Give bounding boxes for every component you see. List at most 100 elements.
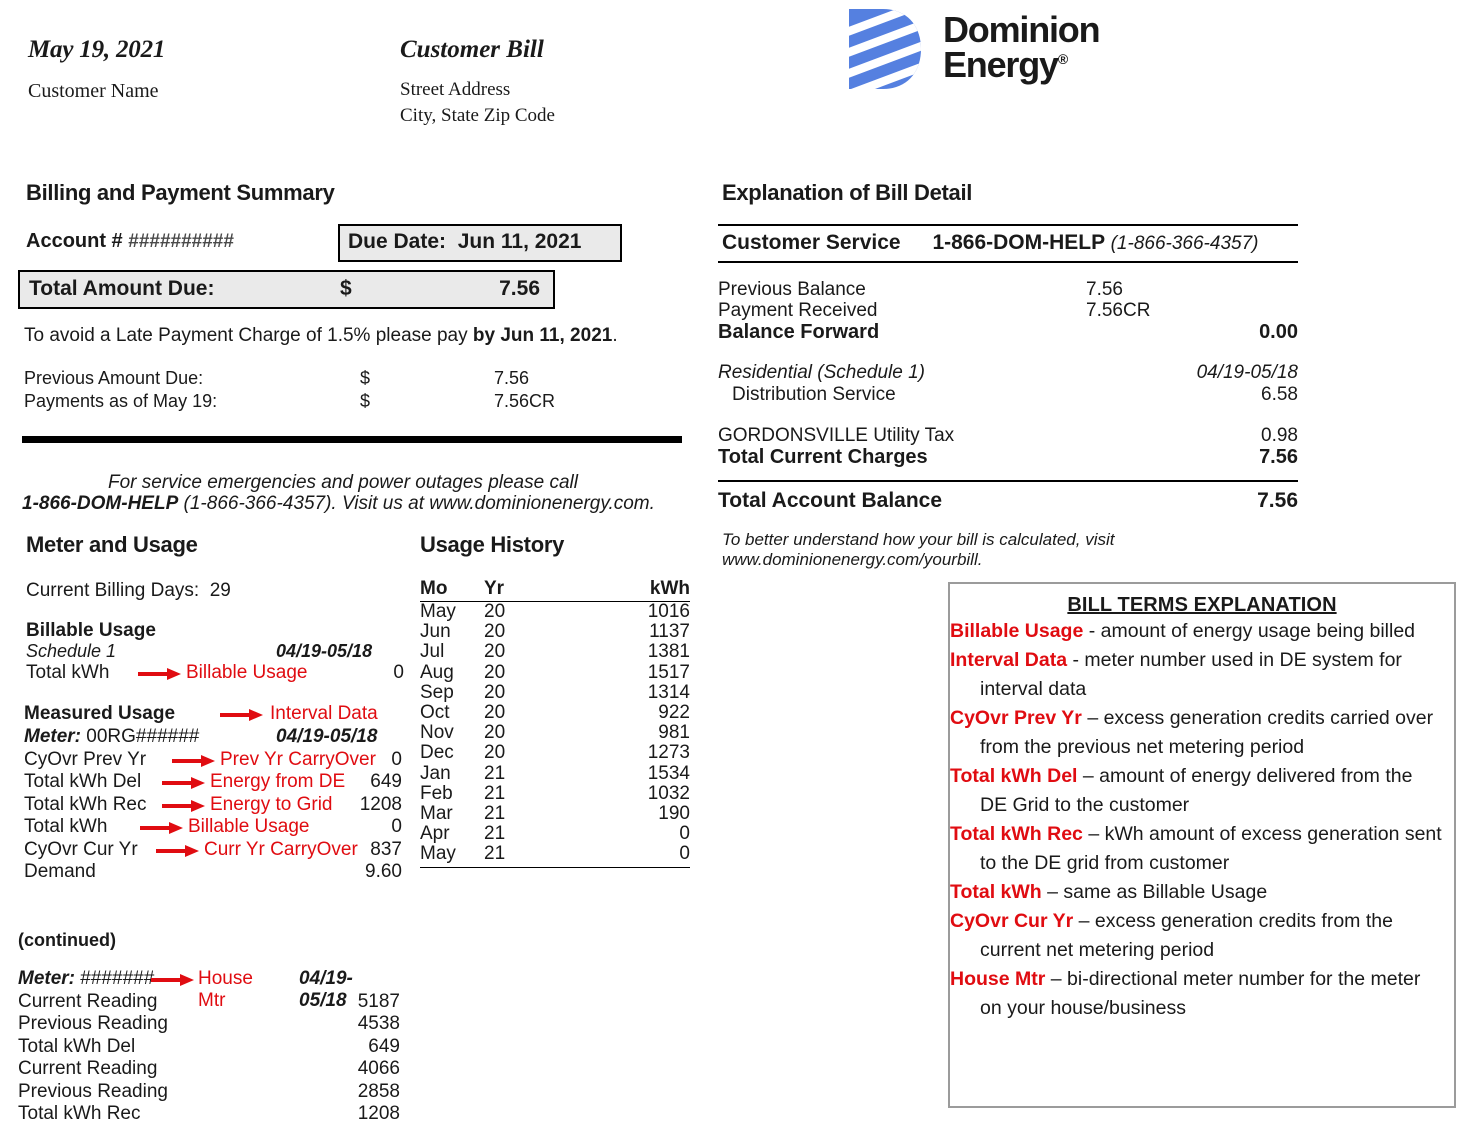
payments-label: Payments as of May 19:: [24, 391, 218, 411]
customer-service-phone: 1-866-DOM-HELP: [932, 231, 1105, 254]
registered-mark-icon: ®: [1057, 51, 1069, 68]
utility-tax-label: GORDONSVILLE Utility Tax: [718, 425, 955, 446]
customer-service-label: Customer Service: [722, 231, 901, 254]
bill-term-definition: – bi-directional meter number for the me…: [980, 968, 1421, 1019]
total-current-charges-label: Total Current Charges: [718, 446, 928, 468]
cell-kwh: 1517: [647, 661, 690, 683]
bill-detail-title: Explanation of Bill Detail: [722, 180, 973, 205]
payments-value: 7.56CR: [494, 391, 556, 411]
bill-term-name: Billable Usage: [950, 620, 1084, 642]
cell-year: 20: [484, 661, 506, 683]
measured-usage-row-label: Total kWh: [24, 816, 108, 838]
col-header-kwh: kWh: [649, 578, 690, 599]
emergency-phone: 1-866-DOM-HELP: [22, 493, 179, 514]
account-label: Account #: [26, 230, 123, 252]
annotation-arrow-icon: [220, 708, 264, 722]
cell-kwh: 1016: [647, 601, 690, 622]
late-notice-prefix: To avoid a Late Payment Charge of 1.5% p…: [24, 325, 473, 346]
meter-number: 00RG######: [86, 726, 200, 747]
bill-term-item: Interval Data - meter number used in DE …: [950, 646, 1454, 704]
measured-usage-row-value: 649: [370, 771, 402, 793]
utility-tax-value: 0.98: [1261, 425, 1298, 446]
cell-kwh: 981: [658, 722, 690, 744]
cell-kwh: 1137: [649, 621, 690, 643]
bill-term-item: House Mtr – bi-directional meter number …: [950, 965, 1454, 1023]
current-billing-days-row: Current Billing Days: 29: [26, 580, 231, 602]
bill-term-name: Interval Data: [950, 649, 1068, 671]
current-billing-days-label: Current Billing Days:: [26, 580, 200, 601]
city-state-zip: City, State Zip Code: [400, 105, 555, 126]
bill-term-name: Total kWh Rec: [950, 823, 1083, 845]
residential-period: 04/19-05/18: [1196, 362, 1298, 383]
cell-kwh: 922: [658, 702, 690, 724]
usage-history-table: Mo Yr kWh May 20 1016 Jun 20 1137 Jul 20 1381 Aug…: [420, 578, 690, 868]
bill-term-name: House Mtr: [950, 968, 1046, 990]
payments-row: Payments as of May 19: $ 7.56CR: [24, 391, 555, 412]
previous-balance-value: 7.56: [1086, 279, 1123, 300]
cell-month: Dec: [420, 742, 454, 764]
customer-service-rule-top: [718, 224, 1298, 226]
dominion-energy-logo: Dominion Energy®: [845, 8, 1135, 96]
emergency-notice-line-1: For service emergencies and power outage…: [108, 472, 578, 493]
balance-forward-value: 0.00: [1259, 321, 1298, 343]
cell-year: 21: [484, 843, 506, 865]
col-header-year: Yr: [484, 578, 505, 599]
late-notice-date: by Jun 11, 2021: [472, 325, 613, 346]
schedule-period: 04/19-05/18: [276, 641, 373, 661]
logo-line-2: Energy: [943, 44, 1059, 86]
bill-terms-title: BILL TERMS EXPLANATION: [1067, 594, 1337, 616]
usage-history-title: Usage History: [420, 532, 565, 557]
customer-service-row: Customer Service 1-866-DOM-HELP (1-866-3…: [722, 231, 1258, 255]
annotation-arrow-icon: [162, 799, 206, 813]
bill-term-item: CyOvr Prev Yr – excess generation credit…: [950, 704, 1454, 762]
annotation-arrow-icon: [138, 667, 182, 681]
schedule-label: Schedule 1: [26, 641, 117, 661]
dominion-d-logo-icon: [849, 9, 921, 89]
continued-reading-value: 4538: [357, 1013, 400, 1035]
distribution-service-value: 6.58: [1261, 384, 1298, 405]
payment-received-label: Payment Received: [718, 300, 878, 321]
table-row: Aug 20 1517: [420, 661, 690, 683]
cell-month: May: [420, 843, 456, 865]
bill-calculation-note: To better understand how your bill is ca…: [722, 530, 1114, 570]
bill-term-name: CyOvr Cur Yr: [950, 910, 1074, 932]
house-meter-label: Meter:: [18, 968, 76, 989]
emergency-phone-rest: (1-866-366-4357). Visit us at www.domini…: [178, 493, 655, 514]
meter-label: Meter:: [24, 726, 82, 747]
total-amount-due-currency: $: [340, 277, 352, 300]
bill-date: May 19, 2021: [28, 36, 166, 63]
cell-kwh: 0: [679, 843, 690, 865]
annotation-arrow-icon: [140, 821, 184, 835]
balance-forward-label: Balance Forward: [718, 321, 880, 343]
cell-year: 21: [484, 803, 506, 825]
measured-usage-row-value: 0: [391, 749, 402, 770]
cell-year: 20: [484, 601, 506, 622]
measured-usage-row-label: Demand: [24, 860, 96, 882]
distribution-service-label: Distribution Service: [732, 384, 896, 405]
bill-term-definition: – same as Billable Usage: [1041, 881, 1268, 903]
cell-month: Jul: [420, 641, 445, 663]
cell-month: Mar: [420, 803, 453, 825]
note-line-2: www.dominionenergy.com/yourbill.: [722, 550, 983, 569]
continued-reading-label: Total kWh Del: [18, 1035, 136, 1057]
continued-label: (continued): [18, 930, 116, 950]
cell-kwh: 190: [658, 803, 690, 825]
bill-term-definition: - amount of energy usage being billed: [1083, 620, 1416, 642]
measured-usage-row-value: 0: [391, 816, 402, 838]
total-account-balance-label: Total Account Balance: [718, 489, 943, 512]
cell-year: 20: [484, 621, 506, 643]
table-row: Dec 20 1273: [420, 743, 690, 763]
cell-year: 21: [484, 823, 506, 845]
annotation-arrow-icon: [162, 776, 206, 790]
continued-reading-value: 649: [368, 1035, 400, 1057]
bill-term-item: Total kWh – same as Billable Usage: [950, 878, 1454, 907]
measured-usage-row-annotation: Energy from DE: [210, 771, 346, 793]
bill-terms-explanation-box: BILL TERMS EXPLANATION Billable Usage - …: [948, 582, 1456, 1108]
usage-history-header-row: Mo Yr kWh: [420, 578, 690, 602]
customer-service-alt-phone: (1-866-366-4357): [1110, 233, 1259, 254]
billing-summary-title: Billing and Payment Summary: [26, 180, 335, 205]
table-row: Jul 20 1381: [420, 642, 690, 662]
cell-year: 20: [484, 681, 506, 703]
customer-name: Customer Name: [28, 80, 159, 102]
late-notice-suffix: .: [612, 325, 618, 346]
